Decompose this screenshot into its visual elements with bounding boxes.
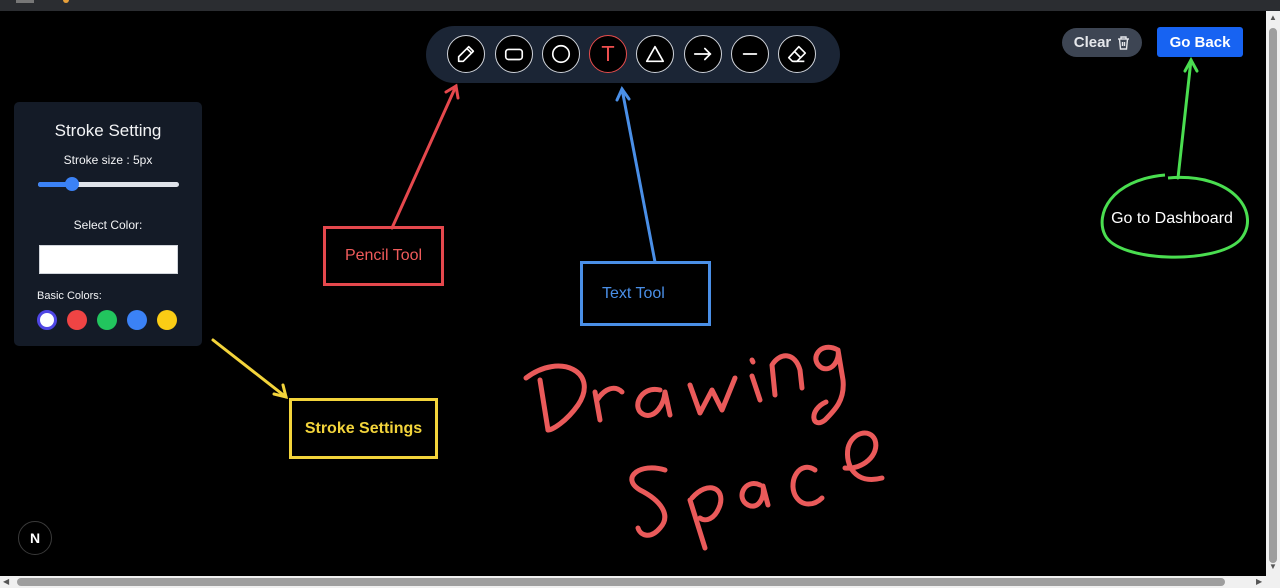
text-tool-button[interactable]: T [589, 35, 627, 73]
eraser-icon [787, 45, 807, 63]
color-swatch[interactable] [157, 310, 177, 330]
browser-top-strip [0, 0, 1280, 11]
color-swatch[interactable] [97, 310, 117, 330]
trash-icon [1118, 35, 1130, 50]
horizontal-scroll-thumb[interactable] [17, 578, 1225, 586]
select-color-label: Select Color: [73, 218, 143, 232]
stroke-annotation-text: Stroke Settings [304, 419, 423, 437]
stroke-size-label: Stroke size : 5px [63, 153, 153, 167]
color-swatch[interactable] [37, 310, 57, 330]
stroke-settings-annotation: Stroke Settings [289, 398, 438, 459]
go-back-button[interactable]: Go Back [1157, 27, 1243, 57]
top-strip-dot [63, 0, 69, 3]
scroll-left-arrow[interactable]: ◀ [3, 578, 9, 586]
pencil-tool-button[interactable] [447, 35, 485, 73]
panel-title: Stroke Setting [54, 121, 162, 140]
line-tool-button[interactable] [731, 35, 769, 73]
slider-thumb[interactable] [64, 177, 79, 191]
scroll-down-arrow[interactable]: ▼ [1269, 563, 1277, 571]
line-icon [742, 53, 758, 55]
dashboard-annotation: Go to Dashboard [1104, 205, 1240, 233]
eraser-tool-button[interactable] [778, 35, 816, 73]
stroke-size-slider[interactable] [38, 177, 179, 191]
dashboard-annotation-text: Go to Dashboard [1111, 210, 1233, 227]
scroll-up-arrow[interactable]: ▲ [1269, 14, 1277, 22]
basic-colors-label: Basic Colors: [37, 290, 102, 302]
triangle-tool-button[interactable] [636, 35, 674, 73]
color-swatch[interactable] [127, 310, 147, 330]
arrow-tool-button[interactable] [684, 35, 722, 73]
horizontal-scrollbar[interactable]: ◀ ▶ [0, 576, 1280, 588]
triangle-icon [645, 45, 665, 63]
pencil-icon [457, 45, 475, 63]
stroke-settings-panel: Stroke Setting Stroke size : 5px Select … [14, 102, 202, 346]
text-icon: T [601, 42, 615, 66]
arrow-icon [693, 47, 712, 61]
rectangle-icon [504, 48, 524, 61]
clear-label: Clear [1073, 34, 1112, 51]
rectangle-tool-button[interactable] [495, 35, 533, 73]
circle-tool-button[interactable] [542, 35, 580, 73]
clear-button[interactable]: Clear [1062, 28, 1142, 57]
pencil-tool-annotation: Pencil Tool [323, 226, 444, 286]
color-picker-input[interactable] [39, 245, 178, 274]
scroll-right-arrow[interactable]: ▶ [1256, 578, 1262, 586]
text-annotation-text: Text Tool [602, 284, 665, 302]
tool-palette: T [426, 26, 840, 83]
color-swatch[interactable] [67, 310, 87, 330]
circle-icon [551, 44, 571, 64]
vertical-scroll-thumb[interactable] [1269, 28, 1277, 563]
text-tool-annotation: Text Tool [580, 261, 711, 326]
pencil-annotation-text: Pencil Tool [344, 247, 423, 264]
next-logo-badge[interactable]: N [18, 521, 52, 555]
vertical-scrollbar[interactable]: ▲ ▼ [1266, 11, 1280, 576]
logo-letter: N [29, 530, 41, 546]
top-strip-mark [16, 0, 34, 3]
